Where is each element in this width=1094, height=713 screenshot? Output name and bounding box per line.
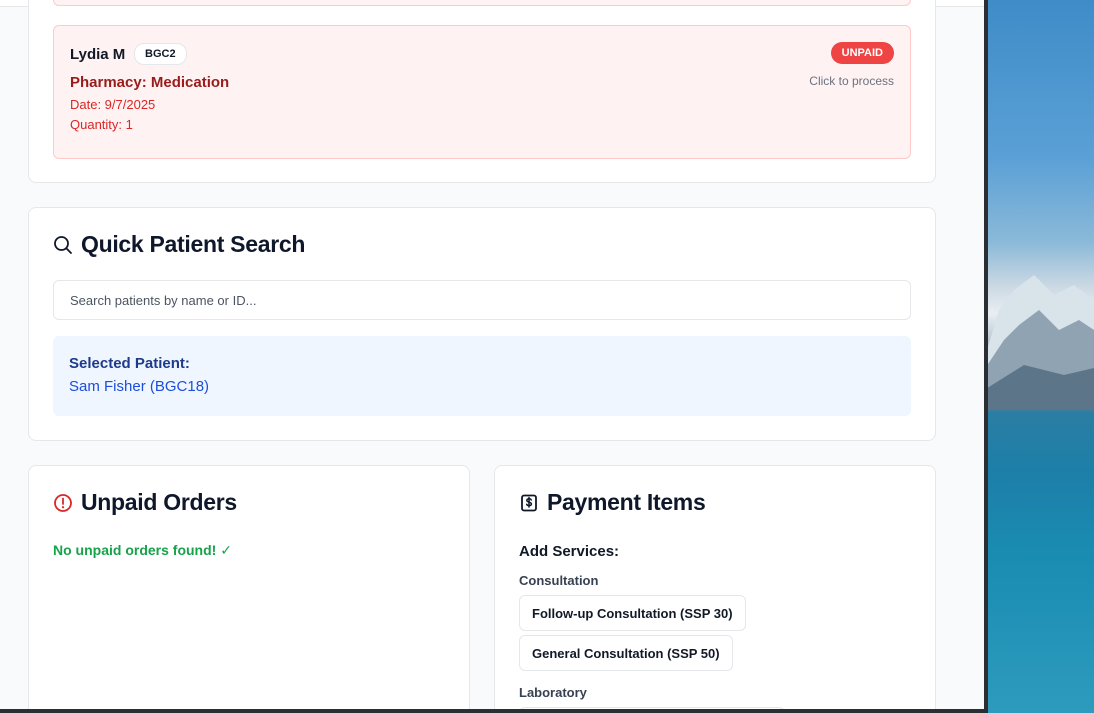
alert-circle-icon [53, 493, 73, 518]
payment-items-card: Payment Items Add Services: Consultation… [494, 465, 936, 710]
unpaid-orders-empty-message: No unpaid orders found! ✓ [53, 542, 232, 558]
patient-search-card: Quick Patient Search Selected Patient: S… [28, 207, 936, 441]
order-patient-id-badge: BGC2 [134, 43, 187, 65]
window-border-bottom [0, 709, 988, 713]
add-services-label: Add Services: [519, 543, 620, 560]
search-card-title: Quick Patient Search [81, 231, 306, 257]
add-followup-consultation-button[interactable]: Follow-up Consultation (SSP 30) [519, 595, 746, 631]
selected-patient-label: Selected Patient: [69, 355, 190, 372]
status-badge: UNPAID [830, 42, 894, 64]
receipt-dollar-icon [519, 493, 539, 518]
previous-order-item[interactable] [53, 0, 911, 6]
order-hint: Click to process [809, 74, 894, 88]
orders-list-card: Lydia M BGC2 Pharmacy: Medication Date: … [28, 0, 936, 183]
order-date: Date: 9/7/2025 [70, 97, 156, 112]
search-icon [53, 235, 73, 260]
wallpaper-mountain [984, 275, 1094, 410]
section-label-consultation: Consultation [519, 573, 599, 588]
order-item[interactable]: Lydia M BGC2 Pharmacy: Medication Date: … [53, 25, 911, 159]
patient-search-input[interactable] [53, 280, 911, 320]
section-label-laboratory: Laboratory [519, 685, 587, 700]
selected-patient-value: Sam Fisher (BGC18) [69, 378, 210, 395]
add-general-consultation-button[interactable]: General Consultation (SSP 50) [519, 635, 733, 671]
order-quantity: Quantity: 1 [70, 117, 133, 132]
unpaid-orders-title: Unpaid Orders [81, 489, 237, 515]
order-patient-name: Lydia M [70, 46, 126, 63]
unpaid-orders-card: Unpaid Orders No unpaid orders found! ✓ [28, 465, 470, 710]
window-border-right [984, 0, 988, 713]
app-window: Lydia M BGC2 Pharmacy: Medication Date: … [0, 0, 984, 710]
payment-items-title: Payment Items [547, 489, 706, 515]
order-title: Pharmacy: Medication [70, 74, 230, 91]
selected-patient-box: Selected Patient: Sam Fisher (BGC18) [53, 336, 911, 416]
